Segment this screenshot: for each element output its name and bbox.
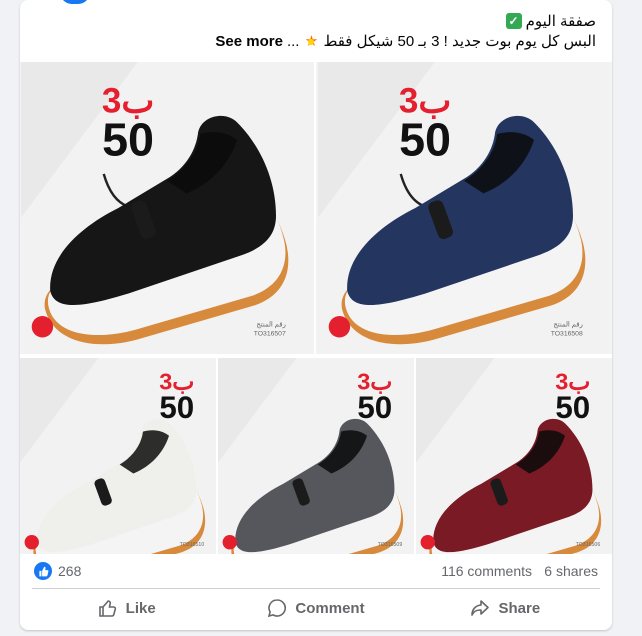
like-label: Like [125,599,156,617]
photo-grid: 3ب 50 رقم المنتج TO316507 3ب 50 رقم المنتج TO3… [20,62,612,554]
post-title-text: صفقة اليوم [525,13,596,30]
comment-label: Comment [295,599,365,617]
product-photo-3[interactable]: 3ب 50 TO316510 [20,358,216,554]
collision-emoji-icon [303,33,319,49]
check-mark-icon: ✓ [505,13,522,29]
product-photo-4[interactable]: 3ب 50 TO316509 [218,358,414,554]
product-code: TO316510 [180,542,205,548]
thumbs-up-icon [98,600,116,617]
see-more-link[interactable]: See more [215,33,283,50]
action-bar: Like Comment Share [32,590,600,626]
post-body-text: البس كل يوم بوت جديد ! 3 بـ 50 شيكل فقط [323,33,596,50]
price-amount: 50 [555,390,590,425]
price-amount: 50 [159,390,194,425]
brand-logo-icon [420,535,435,550]
comment-button[interactable]: Comment [221,590,410,626]
author-avatar[interactable] [60,0,90,4]
reaction-bar: 268 116 comments 6 shares [20,554,612,588]
like-reaction-icon[interactable] [34,562,52,580]
brand-logo-icon [328,316,351,338]
product-code: TO316509 [378,542,403,548]
like-button[interactable]: Like [32,590,221,626]
price-amount: 50 [102,113,154,165]
post-title: صفقة اليوم ✓ [505,12,596,30]
speech-bubble-icon [268,599,287,618]
divider [32,588,600,589]
share-button[interactable]: Share [411,590,600,626]
product-code: TO316507 [254,331,286,338]
like-count[interactable]: 268 [58,563,81,579]
price-amount: 50 [357,390,392,425]
post-ellipsis: ... [286,32,300,50]
product-code: TO316508 [551,331,583,338]
product-code-label: رقم المنتج [553,321,582,329]
brand-logo-icon [31,316,54,338]
shares-count[interactable]: 6 shares [544,563,598,579]
price-amount: 50 [399,113,451,165]
share-label: Share [498,599,541,617]
product-photo-1[interactable]: 3ب 50 رقم المنتج TO316507 [20,62,314,354]
post-body: See more ... البس كل يوم بوت جديد ! 3 بـ… [215,32,596,51]
brand-logo-icon [24,535,39,550]
product-code: TO316506 [576,542,601,548]
brand-logo-icon [222,535,237,550]
product-photo-5[interactable]: 3ب 50 TO316506 [416,358,612,554]
share-arrow-icon [471,600,490,616]
post-card: صفقة اليوم ✓ See more ... البس كل يوم بو… [20,0,612,630]
product-code-label: رقم المنتج [256,321,285,329]
comments-count[interactable]: 116 comments [441,563,532,579]
product-photo-2[interactable]: 3ب 50 رقم المنتج TO316508 [316,62,612,354]
